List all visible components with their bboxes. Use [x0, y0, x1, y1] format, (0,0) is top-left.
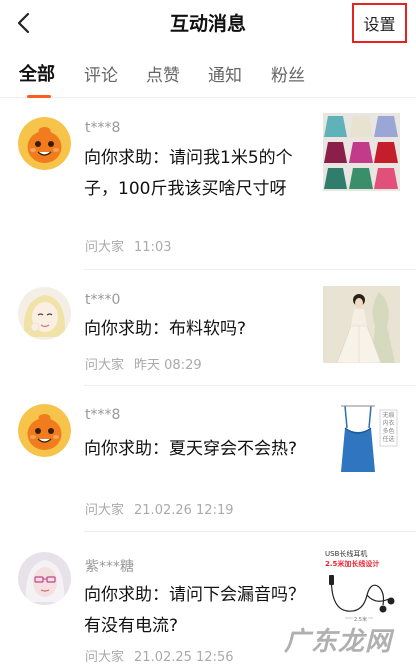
tab-fans[interactable]: 粉丝 — [271, 61, 305, 86]
message-text: 向你求助：请问我1米5的个子，100斤我该买啥尺寸呀 — [84, 148, 293, 199]
skirts-grid-icon — [324, 116, 398, 189]
username: t***8 — [85, 407, 121, 423]
message-time: 11:03 — [134, 240, 172, 255]
tab-all[interactable]: 全部 — [19, 60, 55, 86]
watermark: 广东龙网 — [284, 627, 393, 657]
message-item[interactable]: t***8 向你求助：夏天穿会不会热? 问大家 21.02.26 12:19 无痕… — [0, 386, 416, 532]
avatar[interactable] — [18, 287, 71, 340]
message-source: 问大家 — [85, 358, 125, 373]
dress-model-icon — [323, 286, 400, 363]
message-time: 21.02.26 12:19 — [134, 503, 234, 518]
anime-girl-avatar-icon — [18, 287, 71, 340]
message-item[interactable]: t***8 向你求助：请问我1米5的个子，100斤我该买啥尺寸呀 问大家 11:0… — [0, 100, 416, 270]
avatar[interactable] — [18, 404, 71, 457]
product-thumbnail[interactable]: USB长线耳机 2.5米加长线设计 2.5米 — [323, 547, 400, 625]
username: t***0 — [85, 292, 121, 308]
tab-notifications[interactable]: 通知 — [208, 61, 242, 86]
message-text: 向你求助：请问下会漏音吗？有没有电流? — [84, 585, 305, 636]
thumbnail-caption: 无痕内衣 多色任选 — [382, 412, 395, 443]
avatar[interactable] — [18, 117, 71, 170]
tab-likes[interactable]: 点赞 — [146, 61, 180, 86]
username: t***8 — [85, 120, 121, 136]
username: 紫***糖 — [85, 559, 134, 575]
message-source: 问大家 — [85, 240, 125, 255]
product-thumbnail[interactable] — [323, 286, 400, 363]
active-tab-indicator — [27, 95, 51, 98]
message-meta: 问大家 21.02.25 12:56 — [85, 646, 234, 665]
header-bar: 互动消息 设置 — [0, 0, 416, 46]
tab-comments[interactable]: 评论 — [84, 61, 118, 86]
message-source: 问大家 — [85, 503, 125, 518]
message-source: 问大家 — [85, 650, 125, 665]
product-thumbnail[interactable]: 无痕内衣 多色任选 — [323, 400, 400, 478]
tab-bar: 全部 评论 点赞 通知 粉丝 — [0, 50, 416, 98]
message-text: 向你求助：布料软吗? — [84, 319, 247, 339]
settings-button[interactable]: 设置 — [352, 3, 407, 43]
earphones-icon — [329, 575, 395, 619]
message-text: 向你求助：夏天穿会不会热? — [84, 439, 298, 459]
avatar[interactable] — [18, 552, 71, 605]
message-meta: 问大家 11:03 — [85, 236, 171, 255]
orange-mascot-avatar-icon — [18, 404, 71, 457]
product-thumbnail[interactable] — [323, 113, 400, 191]
message-item[interactable]: t***0 向你求助：布料软吗? 问大家 昨天 08:29 — [0, 270, 416, 385]
message-meta: 问大家 21.02.26 12:19 — [85, 499, 234, 518]
orange-mascot-avatar-icon — [18, 117, 71, 170]
message-meta: 问大家 昨天 08:29 — [85, 354, 202, 373]
message-time: 昨天 08:29 — [134, 358, 202, 373]
message-time: 21.02.25 12:56 — [134, 650, 234, 665]
portrait-avatar-icon — [18, 552, 71, 605]
